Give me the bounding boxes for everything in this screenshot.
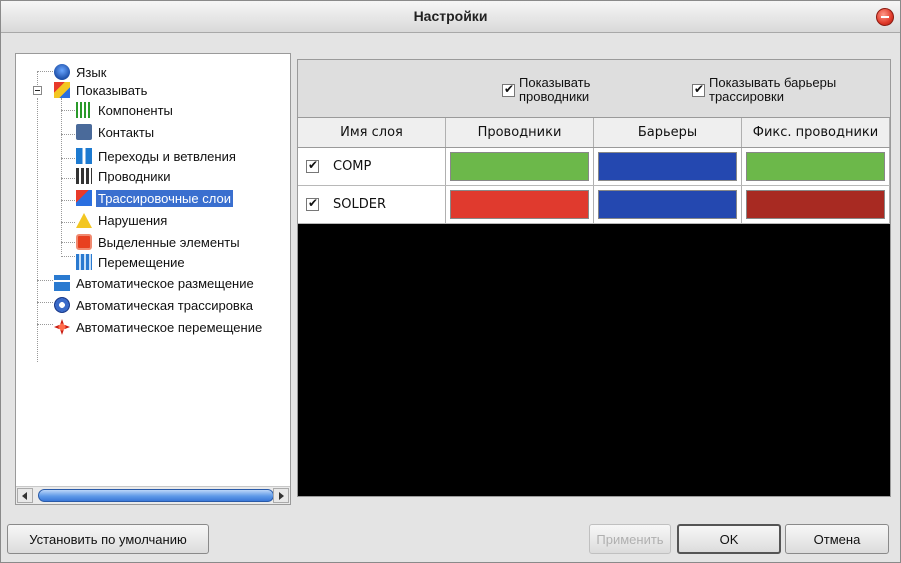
show-barriers-label-line2: трассировки [709,89,784,104]
tree-item-components[interactable]: Компоненты [76,100,175,120]
column-header-fixed-wires[interactable]: Фикс. проводники [742,118,890,147]
tree-item-auto-movement[interactable]: Автоматическое перемещение [54,317,264,337]
auto-move-icon [54,319,70,335]
fixed-wires-color-swatch[interactable] [746,152,885,181]
tree-item-routing-layers[interactable]: Трассировочные слои [76,188,233,208]
table-row: SOLDER [298,186,890,224]
column-header-layer-name[interactable]: Имя слоя [298,118,446,147]
column-header-barriers[interactable]: Барьеры [594,118,742,147]
settings-tree: Язык Показывать Компоненты Контакты Пере… [15,53,291,505]
show-barriers-option[interactable]: Показывать барьеры трассировки [692,76,836,104]
tree-item-wires[interactable]: Проводники [76,166,172,186]
barriers-color-swatch[interactable] [598,152,737,181]
title-bar: Настройки [1,1,900,33]
show-barriers-label-line1: Показывать барьеры [709,75,837,90]
layer-visible-checkbox[interactable] [306,196,319,211]
fixed-wires-color-swatch[interactable] [746,190,885,219]
wires-icon [76,168,92,184]
language-icon [54,64,70,80]
show-icon [54,82,70,98]
apply-button[interactable]: Применить [589,524,671,554]
collapse-show-expander[interactable] [33,86,42,95]
tree-item-auto-routing[interactable]: Автоматическая трассировка [54,295,255,315]
barriers-color-swatch[interactable] [598,190,737,219]
tree-item-violations[interactable]: Нарушения [76,210,169,230]
show-wires-option[interactable]: Показывать проводники [502,76,590,104]
layers-icon [76,190,92,206]
show-barriers-checkbox[interactable] [692,82,705,97]
contacts-icon [76,124,92,140]
layer-visible-checkbox[interactable] [306,158,319,173]
set-defaults-button[interactable]: Установить по умолчанию [7,524,209,554]
scrollbar-thumb[interactable] [38,489,274,502]
table-row: COMP [298,148,890,186]
tree-item-vias[interactable]: Переходы и ветвления [76,146,238,166]
cancel-button[interactable]: Отмена [785,524,889,554]
ok-button[interactable]: OK [677,524,781,554]
move-icon [76,254,92,270]
auto-route-icon [54,297,70,313]
column-header-wires[interactable]: Проводники [446,118,594,147]
window-title: Настройки [413,8,488,24]
layer-name: COMP [333,159,372,174]
wires-color-swatch[interactable] [450,152,589,181]
layers-panel: Показывать проводники Показывать барьеры… [297,59,891,497]
tree-item-selected-elements[interactable]: Выделенные элементы [76,232,242,252]
tree-item-language[interactable]: Язык [54,62,108,82]
display-options: Показывать проводники Показывать барьеры… [298,60,890,118]
close-icon[interactable] [876,8,894,26]
show-wires-label-line2: проводники [519,89,590,104]
tree-item-show[interactable]: Показывать [54,80,149,100]
layers-grid-header: Имя слоя Проводники Барьеры Фикс. провод… [298,118,890,148]
selection-icon [76,234,92,250]
show-wires-label-line1: Показывать [519,75,591,90]
tree-item-movement[interactable]: Перемещение [76,252,187,272]
components-icon [76,102,92,118]
auto-place-icon [54,275,70,291]
layer-name: SOLDER [333,197,386,212]
scroll-right-icon[interactable] [273,488,289,503]
warning-icon [76,212,92,228]
vias-icon [76,148,92,164]
tree-horizontal-scrollbar[interactable] [16,486,290,504]
scroll-left-icon[interactable] [17,488,33,503]
tree-item-auto-placement[interactable]: Автоматическое размещение [54,273,256,293]
wires-color-swatch[interactable] [450,190,589,219]
show-wires-checkbox[interactable] [502,82,515,97]
tree-item-contacts[interactable]: Контакты [76,122,156,142]
settings-dialog: Настройки Язык Показывать Компоненты Кон… [0,0,901,563]
